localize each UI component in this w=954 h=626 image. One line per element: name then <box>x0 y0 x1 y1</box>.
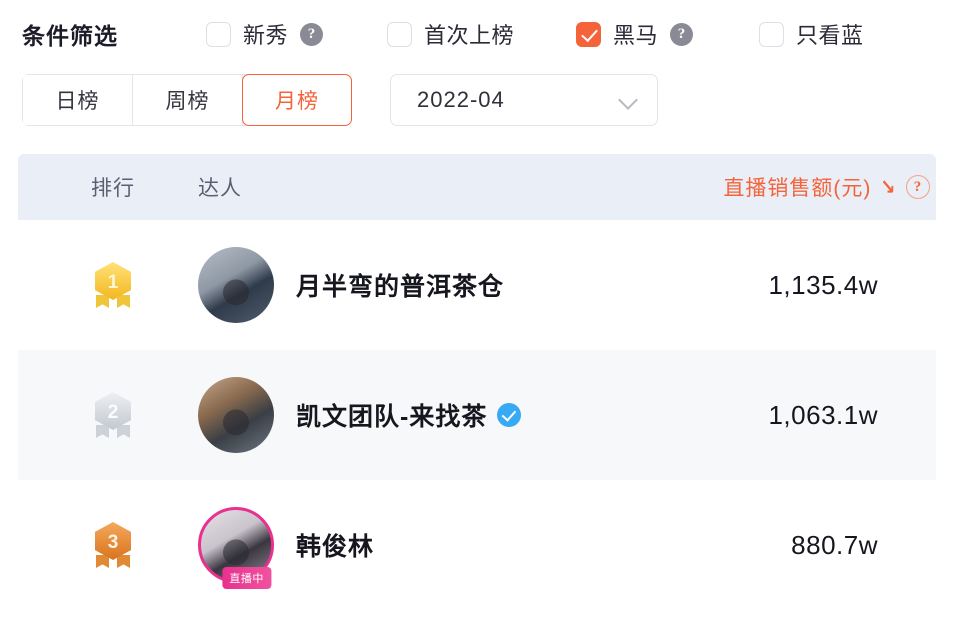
date-select[interactable]: 2022-04 <box>390 74 658 126</box>
medal-gold-icon: 1 <box>93 262 133 308</box>
medal-ribbon-left <box>96 425 109 438</box>
user-cell[interactable]: 直播中 韩俊林 <box>198 507 374 589</box>
sort-descending-icon[interactable]: ↘ <box>881 175 897 200</box>
rank-number: 2 <box>107 402 119 423</box>
column-header-rank: 排行 <box>91 177 135 200</box>
controls-row: 日榜 周榜 月榜 2022-04 <box>0 74 954 126</box>
checkbox-box-lanv[interactable] <box>759 21 785 47</box>
ranking-page: 条件筛选 新秀 ? 首次上榜 黑马 ? 只看蓝 日榜 周榜 月榜 2022-04 <box>0 0 954 626</box>
table-row[interactable]: 2 凯文团队-来找茶 1,063.1w <box>18 350 936 480</box>
medal-ribbon-right <box>117 425 130 438</box>
table-row[interactable]: 3 直播中 韩俊林 880.7w <box>18 480 936 610</box>
rank-cell: 3 <box>18 522 198 568</box>
rank-cell: 1 <box>18 262 198 308</box>
name-wrapper: 月半弯的普洱茶仓 <box>296 267 504 303</box>
avatar[interactable] <box>198 377 274 453</box>
column-header-sales[interactable]: 直播销售额(元) ↘ ? <box>398 172 936 202</box>
medal-ribbon-left <box>96 295 109 308</box>
sales-value: 880.7w <box>791 529 878 560</box>
checkbox-label-heima: 黑马 <box>613 23 659 48</box>
medal-silver-icon: 2 <box>93 392 133 438</box>
avatar-wrapper[interactable]: 直播中 <box>198 507 274 589</box>
rank-number: 1 <box>107 272 119 293</box>
user-name[interactable]: 韩俊林 <box>296 527 374 563</box>
column-header-sales-label: 直播销售额(元) <box>723 177 872 200</box>
rank-cell: 2 <box>18 392 198 438</box>
date-select-value: 2022-04 <box>417 87 505 112</box>
sales-value: 1,063.1w <box>768 399 878 430</box>
ranking-table: 排行 达人 直播销售额(元) ↘ ? 1 月半弯的普洱茶仓 1,135.4w 2… <box>18 154 936 610</box>
verified-badge-icon <box>497 403 522 427</box>
help-icon-sales[interactable]: ? <box>906 175 930 199</box>
filter-checkbox-shouci[interactable]: 首次上榜 <box>387 18 514 50</box>
user-name[interactable]: 月半弯的普洱茶仓 <box>296 267 504 303</box>
filter-title: 条件筛选 <box>22 23 118 49</box>
live-badge: 直播中 <box>222 567 271 589</box>
user-name[interactable]: 凯文团队-来找茶 <box>296 397 487 433</box>
tab-weekly[interactable]: 周榜 <box>133 75 243 125</box>
medal-ribbon-right <box>117 555 130 568</box>
filter-checkbox-xinxiu[interactable]: 新秀 ? <box>206 18 324 50</box>
avatar-wrapper[interactable] <box>198 247 274 323</box>
filter-checkbox-lanv[interactable]: 只看蓝 <box>759 18 864 50</box>
medal-ribbon-left <box>96 555 109 568</box>
checkbox-label-xinxiu: 新秀 <box>243 23 289 48</box>
rank-number: 3 <box>107 532 119 553</box>
checkbox-box-shouci[interactable] <box>387 21 413 47</box>
chevron-down-icon <box>619 90 639 110</box>
table-header-row: 排行 达人 直播销售额(元) ↘ ? <box>18 154 936 220</box>
medal-ribbon-right <box>117 295 130 308</box>
table-row[interactable]: 1 月半弯的普洱茶仓 1,135.4w <box>18 220 936 350</box>
help-icon-heima[interactable]: ? <box>670 22 694 46</box>
help-icon-xinxiu[interactable]: ? <box>300 22 324 46</box>
medal-bronze-icon: 3 <box>93 522 133 568</box>
user-cell[interactable]: 凯文团队-来找茶 <box>198 377 522 453</box>
filter-bar: 条件筛选 新秀 ? 首次上榜 黑马 ? 只看蓝 <box>0 0 954 68</box>
tab-monthly[interactable]: 月榜 <box>242 74 352 126</box>
filter-checkbox-heima[interactable]: 黑马 ? <box>576 18 694 50</box>
user-cell[interactable]: 月半弯的普洱茶仓 <box>198 247 504 323</box>
checkbox-box-heima[interactable] <box>576 21 602 47</box>
tab-daily[interactable]: 日榜 <box>23 75 133 125</box>
checkbox-box-xinxiu[interactable] <box>206 21 231 47</box>
period-tabs: 日榜 周榜 月榜 <box>22 74 352 126</box>
avatar[interactable] <box>198 247 274 323</box>
avatar-wrapper[interactable] <box>198 377 274 453</box>
name-wrapper: 韩俊林 <box>296 527 374 563</box>
sales-value: 1,135.4w <box>768 269 878 300</box>
name-wrapper: 凯文团队-来找茶 <box>296 397 522 433</box>
checkbox-label-shouci: 首次上榜 <box>424 23 515 48</box>
column-header-name: 达人 <box>198 177 242 200</box>
checkbox-label-lanv: 只看蓝 <box>796 23 864 48</box>
